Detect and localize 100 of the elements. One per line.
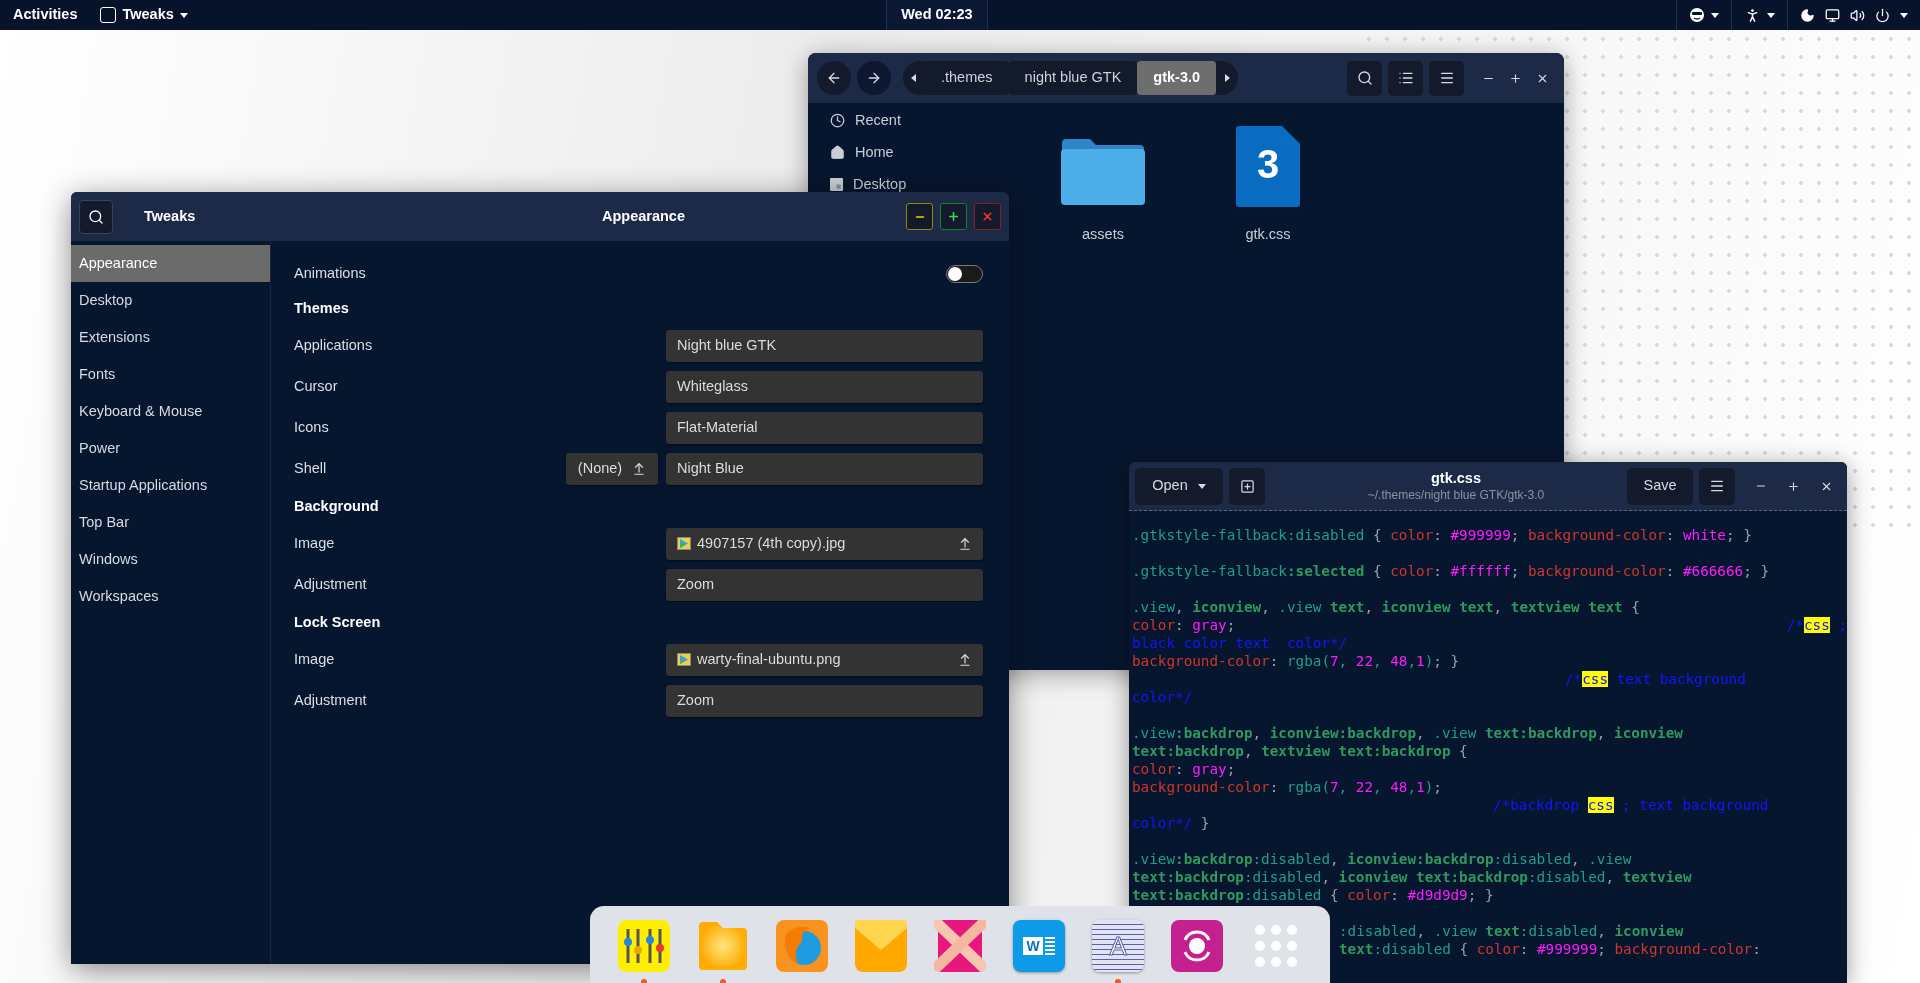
file-item[interactable]: assets [1043, 123, 1163, 246]
crossed-hands-app-icon[interactable] [934, 920, 986, 972]
moon-icon[interactable] [1800, 7, 1815, 23]
maximize-button[interactable] [940, 203, 967, 230]
sidebar-item[interactable]: Appearance [71, 245, 270, 282]
status-icon[interactable] [1689, 7, 1705, 23]
menu-button[interactable] [1699, 467, 1735, 505]
caret-icon [1767, 11, 1775, 19]
image-file-icon [677, 537, 691, 550]
sidebar-item[interactable]: Top Bar [71, 504, 270, 541]
code-line: color: gray; [1132, 616, 1236, 634]
sidebar-item[interactable]: Desktop [830, 176, 907, 192]
clock-icon [830, 112, 845, 128]
search-icon [1356, 70, 1373, 86]
menu-button[interactable] [1429, 60, 1464, 96]
code-line: .gtkstyle-fallback:selected { color: #ffffff; background-color: #666666; } [1132, 562, 1770, 580]
file-item[interactable]: 3 gtk.css [1208, 123, 1328, 246]
screen-icon[interactable] [1825, 7, 1840, 23]
page-title: Appearance [602, 206, 685, 226]
list-icon [1397, 70, 1414, 86]
code-line: background-color: rgba(7, 22, 48,1); } [1132, 652, 1460, 670]
sidebar-item[interactable]: Windows [71, 541, 270, 578]
image-file-icon [677, 653, 691, 666]
home-icon [830, 144, 845, 160]
search-icon [88, 208, 104, 225]
app-menu[interactable]: Tweaks [90, 0, 198, 30]
section-heading: Background [294, 497, 379, 517]
code-line: background-color: rgba(7, 22, 48,1); [1132, 778, 1442, 796]
maximize-icon [947, 210, 960, 223]
dropdown[interactable]: Whiteglass [666, 370, 983, 403]
desktop-icon [830, 177, 843, 191]
code-line: color*/ } [1132, 814, 1210, 832]
setting-label: Adjustment [294, 690, 368, 710]
sidebar-item[interactable]: Workspaces [71, 578, 270, 615]
list-view-button[interactable] [1388, 60, 1423, 96]
close-icon [981, 210, 994, 223]
mixer-app-icon[interactable] [617, 920, 670, 972]
document-path: ~/.themes/night blue GTK/gtk-3.0 [1367, 487, 1545, 503]
code-line: .view:backdrop:disabled, iconview:backdrop:disabled, .view [1132, 850, 1632, 868]
path-left-button[interactable] [903, 61, 925, 95]
window-title: Tweaks [144, 206, 196, 226]
sidebar-item[interactable]: Desktop [71, 282, 270, 319]
path-right-button[interactable] [1216, 61, 1239, 95]
caret-icon [179, 11, 188, 19]
clock[interactable]: Wed 02:23 [886, 0, 988, 30]
sidebar-item[interactable]: Home [830, 144, 894, 160]
new-tab-button[interactable] [1229, 467, 1265, 505]
dropdown[interactable]: Night Blue [666, 452, 983, 485]
open-button[interactable]: Open [1135, 467, 1223, 505]
caret-icon [1900, 11, 1908, 19]
file-chooser[interactable]: 4907157 (4th copy).jpg [666, 527, 983, 560]
volume-icon[interactable] [1850, 7, 1865, 23]
toggle-switch[interactable] [946, 265, 983, 283]
maximize-icon[interactable] [1509, 71, 1522, 85]
file-chooser[interactable]: warty-final-ubuntu.png [666, 643, 983, 676]
path-segment[interactable]: .themes [925, 61, 1009, 95]
setting-label: Animations [294, 264, 367, 284]
code-line: :disabled, .view text:disabled, iconview [1339, 922, 1684, 940]
code-line: .gtkstyle-fallback:disabled { color: #999999; background-color: white; } [1132, 526, 1752, 544]
back-button[interactable] [817, 61, 851, 95]
dropdown[interactable]: Night blue GTK [666, 329, 983, 362]
code-line: /*css text background [1565, 670, 1746, 688]
dropdown[interactable]: Zoom [666, 684, 983, 717]
code-line: text:backdrop:disabled { color: #d9d9d9; } [1132, 886, 1494, 904]
code-line: .view, iconview, .view text, iconview text, textview text { [1132, 598, 1640, 616]
setting-label: Shell [294, 458, 328, 478]
dropdown[interactable]: Zoom [666, 568, 983, 601]
menu-icon [1438, 70, 1455, 86]
setting-label: Image [294, 533, 336, 553]
section-heading: Themes [294, 299, 349, 319]
setting-label: Icons [294, 417, 330, 437]
sync-app-icon[interactable] [1171, 920, 1224, 972]
caret-icon [910, 74, 918, 82]
app-icon [100, 7, 117, 23]
plus-square-icon [1239, 478, 1255, 494]
code-line: color*/ [1132, 688, 1193, 706]
save-button[interactable]: Save [1627, 467, 1693, 505]
code-line: /*backdrop css ; text background [1493, 796, 1769, 814]
path-segment[interactable]: gtk-3.0 [1137, 61, 1217, 95]
search-button[interactable] [1347, 60, 1382, 96]
power-icon[interactable] [1875, 7, 1890, 23]
shell-file-button[interactable]: (None) [566, 452, 658, 485]
search-button[interactable] [79, 199, 113, 234]
word-app-icon[interactable]: W [1013, 920, 1066, 972]
sidebar-item[interactable]: Power [71, 430, 270, 467]
dropdown[interactable]: Flat-Material [666, 411, 983, 444]
forward-button[interactable] [857, 61, 891, 95]
close-button[interactable] [974, 203, 1001, 230]
sidebar-item[interactable]: Startup Applications [71, 467, 270, 504]
sidebar-item[interactable]: Recent [830, 112, 901, 128]
path-segment[interactable]: night blue GTK [1008, 61, 1138, 95]
sidebar-item[interactable]: Extensions [71, 319, 270, 356]
activities-button[interactable]: Activities [0, 0, 91, 30]
caret-icon [1197, 482, 1206, 490]
maximize-icon[interactable] [1787, 479, 1800, 493]
folder-icon [1060, 137, 1146, 207]
minimize-button[interactable] [906, 203, 933, 230]
sidebar-item[interactable]: Keyboard & Mouse [71, 393, 270, 430]
menu-icon [1709, 478, 1725, 494]
sidebar-item[interactable]: Fonts [71, 356, 270, 393]
